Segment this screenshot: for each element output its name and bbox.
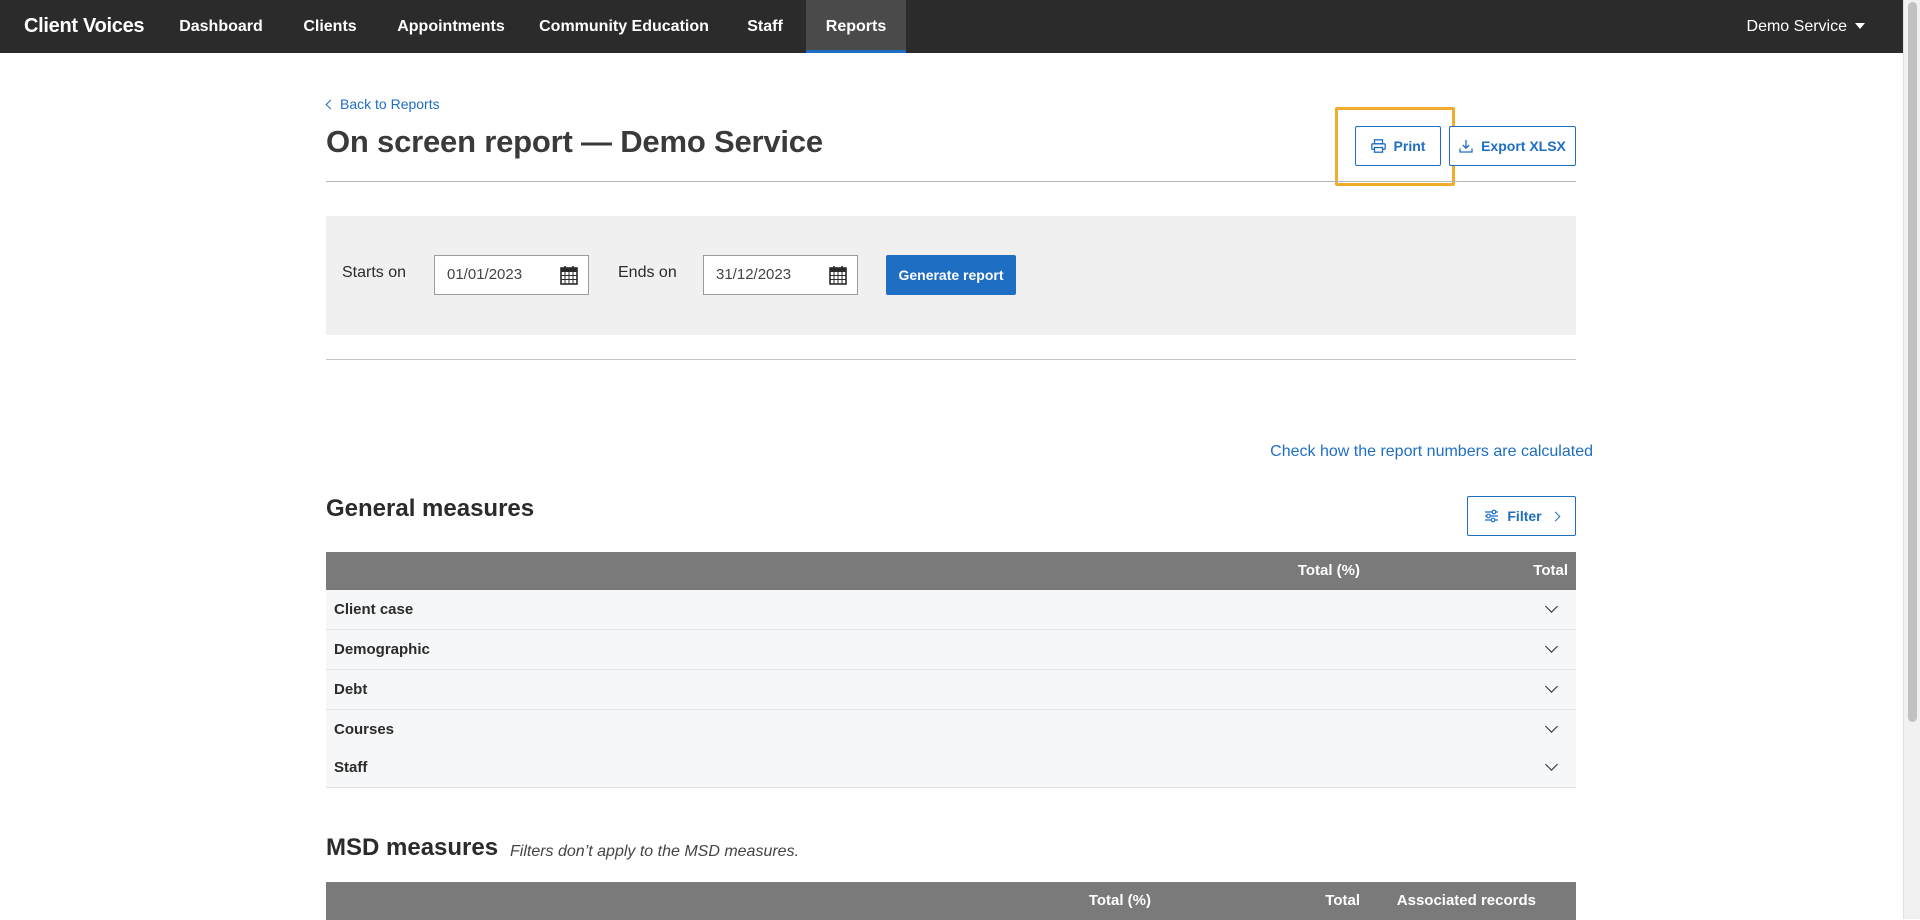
- nav-community-education[interactable]: Community Education: [524, 0, 724, 53]
- chevron-down-icon[interactable]: [1545, 600, 1558, 613]
- start-date-value: 01/01/2023: [447, 266, 523, 283]
- measure-row-demographic[interactable]: Demographic: [326, 630, 1576, 670]
- header-total-percent: Total (%): [1088, 892, 1151, 909]
- chevron-down-icon[interactable]: [1545, 720, 1558, 733]
- start-date-input[interactable]: 01/01/2023: [434, 255, 589, 295]
- panel-divider: [326, 359, 1576, 360]
- calculation-help-link[interactable]: Check how the report numbers are calcula…: [1270, 443, 1593, 461]
- general-measures-title: General measures: [326, 495, 535, 522]
- measure-row-debt[interactable]: Debt: [326, 670, 1576, 710]
- header-total: Total: [1325, 892, 1360, 909]
- row-label: Debt: [334, 681, 368, 698]
- generate-report-button[interactable]: Generate report: [886, 255, 1016, 295]
- chevron-down-icon[interactable]: [1545, 640, 1558, 653]
- sliders-icon: [1485, 509, 1499, 523]
- msd-measures-title: MSD measures: [326, 834, 499, 861]
- download-icon: [1459, 140, 1473, 153]
- top-navigation: Client Voices Dashboard Clients Appointm…: [0, 0, 1903, 53]
- msd-table-header: Total (%) Total Associated records: [326, 882, 1576, 920]
- caret-down-icon: [1855, 23, 1865, 29]
- chevron-down-icon[interactable]: [1545, 758, 1558, 771]
- row-label: Staff: [334, 759, 368, 776]
- title-divider: [326, 181, 1576, 182]
- header-total-percent: Total (%): [1297, 562, 1360, 579]
- service-menu[interactable]: Demo Service: [1747, 0, 1865, 53]
- measure-row-client-case[interactable]: Client case: [326, 590, 1576, 630]
- nav-dashboard[interactable]: Dashboard: [160, 0, 282, 53]
- filter-label: Filter: [1507, 508, 1542, 524]
- calendar-icon[interactable]: [560, 265, 578, 285]
- back-to-reports-link[interactable]: Back to Reports: [325, 96, 440, 112]
- measure-row-staff[interactable]: Staff: [326, 748, 1576, 788]
- chevron-right-icon: [1550, 511, 1561, 521]
- row-label: Client case: [334, 601, 414, 618]
- ends-on-label: Ends on: [618, 264, 677, 281]
- nav-reports[interactable]: Reports: [806, 0, 906, 53]
- header-total: Total: [1533, 562, 1568, 579]
- brand-logo[interactable]: Client Voices: [24, 0, 145, 53]
- nav-appointments[interactable]: Appointments: [378, 0, 524, 53]
- chevron-down-icon[interactable]: [1545, 680, 1558, 693]
- printer-icon: [1370, 139, 1386, 153]
- vertical-scrollbar[interactable]: [1903, 0, 1920, 919]
- filter-button[interactable]: Filter: [1467, 496, 1576, 536]
- general-table-header: Total (%) Total: [326, 552, 1576, 590]
- print-label: Print: [1393, 138, 1426, 154]
- row-label: Demographic: [334, 641, 430, 658]
- calendar-icon[interactable]: [829, 265, 847, 285]
- header-associated-records: Associated records: [1396, 892, 1536, 909]
- measure-row-courses[interactable]: Courses: [326, 710, 1576, 750]
- print-button[interactable]: Print: [1355, 126, 1441, 166]
- back-link-label: Back to Reports: [340, 96, 440, 112]
- page-title: On screen report — Demo Service: [326, 124, 823, 159]
- chevron-left-icon: [325, 99, 336, 110]
- scrollbar-thumb[interactable]: [1908, 2, 1917, 722]
- service-menu-label: Demo Service: [1746, 18, 1847, 35]
- end-date-input[interactable]: 31/12/2023: [703, 255, 858, 295]
- nav-staff[interactable]: Staff: [724, 0, 806, 53]
- starts-on-label: Starts on: [342, 264, 407, 281]
- date-filter-panel: Starts on 01/01/2023 Ends on 31/12/2023 …: [326, 216, 1576, 335]
- msd-filter-note: Filters don’t apply to the MSD measures.: [510, 843, 800, 860]
- end-date-value: 31/12/2023: [716, 266, 792, 283]
- export-label: Export XLSX: [1481, 138, 1566, 154]
- export-xlsx-button[interactable]: Export XLSX: [1449, 126, 1576, 166]
- nav-clients[interactable]: Clients: [282, 0, 378, 53]
- row-label: Courses: [334, 721, 395, 738]
